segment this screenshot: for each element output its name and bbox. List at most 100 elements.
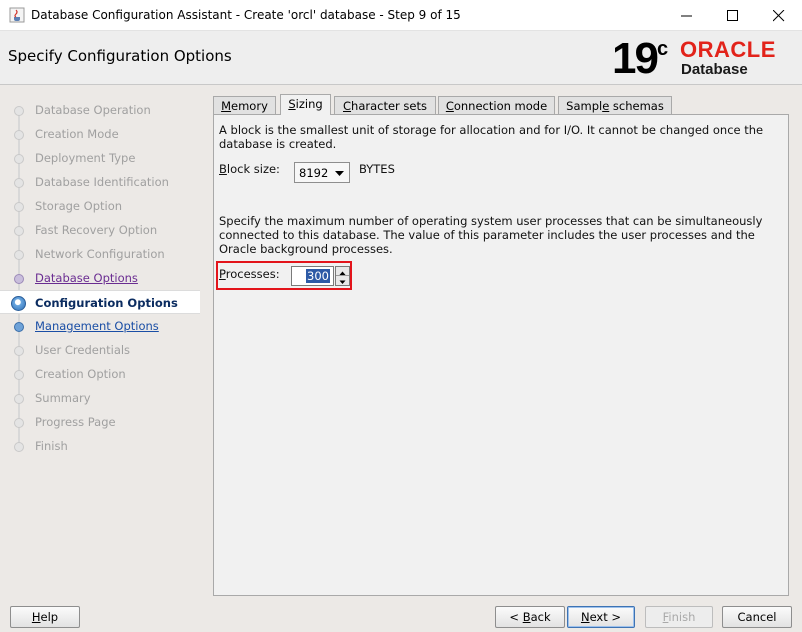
minimize-button[interactable]	[664, 0, 710, 31]
nav-step-label: Creation Mode	[35, 127, 119, 141]
proc-desc-line1: Specify the maximum number of operating …	[219, 214, 763, 228]
block-desc-line2: database is created.	[219, 137, 337, 151]
block-size-label: Block size:	[219, 162, 280, 176]
nav-step-label: Deployment Type	[35, 151, 136, 165]
nav-step-label: Management Options	[35, 319, 159, 333]
nav-step-label: Database Options	[35, 271, 138, 285]
step-indicator-icon	[14, 130, 24, 140]
tab-sizing[interactable]: Sizing	[280, 94, 331, 115]
next-button[interactable]: Next >	[567, 606, 635, 628]
processes-label-text: rocesses:	[225, 267, 280, 281]
nav-step-fast-recovery-option: Fast Recovery Option	[0, 218, 200, 242]
block-desc-line1: A block is the smallest unit of storage …	[219, 123, 764, 137]
processes-value: 300	[306, 269, 330, 283]
minimize-icon	[681, 15, 692, 17]
next-label: ext >	[589, 610, 622, 624]
processes-label: Processes:	[219, 267, 280, 281]
wizard-footer: Help < Back Next > Finish Cancel	[0, 598, 802, 632]
cancel-button[interactable]: Cancel	[722, 606, 792, 628]
page-title: Specify Configuration Options	[8, 47, 232, 65]
block-size-unit: BYTES	[359, 162, 395, 176]
sizing-panel: A block is the smallest unit of storage …	[213, 114, 789, 596]
close-icon	[773, 10, 785, 22]
step-indicator-icon	[14, 250, 24, 260]
tab-connection-mode-mnemonic: C	[445, 99, 454, 113]
spinner-up-button[interactable]	[336, 267, 349, 276]
step-indicator-icon	[14, 178, 24, 188]
nav-step-summary: Summary	[0, 386, 200, 410]
block-size-select[interactable]: 8192	[294, 162, 350, 183]
proc-desc-line2: connected to this database. The value of…	[219, 228, 755, 242]
block-size-description: A block is the smallest unit of storage …	[219, 123, 763, 151]
step-indicator-icon	[14, 154, 24, 164]
back-button[interactable]: < Back	[495, 606, 565, 628]
step-indicator-icon	[14, 202, 24, 212]
window-title-bar: Database Configuration Assistant - Creat…	[0, 0, 802, 31]
step-indicator-icon	[14, 394, 24, 404]
nav-step-progress-page: Progress Page	[0, 410, 200, 434]
back-label: ack	[530, 610, 551, 624]
nav-step-creation-option: Creation Option	[0, 362, 200, 386]
block-size-label-mnemonic: B	[219, 162, 227, 176]
brand-name: ORACLE	[680, 37, 776, 62]
content-area: Memory Sizing Character sets Connection …	[210, 94, 789, 596]
nav-step-label: Finish	[35, 439, 68, 453]
nav-step-storage-option: Storage Option	[0, 194, 200, 218]
finish-button[interactable]: Finish	[645, 606, 713, 628]
step-indicator-icon	[14, 226, 24, 236]
nav-step-label: Creation Option	[35, 367, 126, 381]
step-indicator-icon	[14, 322, 24, 332]
tab-connection-mode-label: onnection mode	[453, 99, 548, 113]
spinner-down-button[interactable]	[336, 276, 349, 285]
nav-step-label: Progress Page	[35, 415, 116, 429]
oracle-logo: 19 c ORACLE Database	[612, 36, 792, 82]
tab-sizing-label: izing	[295, 97, 323, 111]
finish-label: inish	[668, 610, 696, 624]
brand-version: 19	[612, 34, 659, 83]
processes-spinner	[335, 266, 350, 286]
tab-character-sets-mnemonic: C	[343, 99, 352, 113]
nav-step-label: Network Configuration	[35, 247, 165, 261]
nav-step-network-configuration: Network Configuration	[0, 242, 200, 266]
step-indicator-icon	[14, 370, 24, 380]
step-indicator-icon	[14, 346, 24, 356]
help-button[interactable]: Help	[10, 606, 80, 628]
nav-step-configuration-options[interactable]: Configuration Options	[0, 290, 200, 314]
tab-connection-mode[interactable]: Connection mode	[438, 96, 555, 115]
tab-memory-label: emory	[231, 99, 268, 113]
tab-character-sets[interactable]: Character sets	[334, 96, 436, 115]
nav-step-finish: Finish	[0, 434, 200, 458]
brand-version-sup: c	[657, 38, 669, 60]
maximize-icon	[727, 10, 738, 21]
proc-desc-line3: Oracle background processes.	[219, 242, 393, 256]
close-button[interactable]	[756, 0, 802, 31]
wizard-header: Specify Configuration Options 19 c ORACL…	[0, 31, 802, 85]
nav-step-label: Configuration Options	[35, 296, 178, 310]
back-prefix: <	[509, 610, 523, 624]
processes-description: Specify the maximum number of operating …	[219, 214, 762, 256]
tab-sizing-mnemonic: S	[288, 97, 296, 111]
tab-memory[interactable]: Memory	[213, 96, 276, 115]
processes-label-mnemonic: P	[219, 267, 226, 281]
tab-sample-schemas[interactable]: Sample schemas	[558, 96, 672, 115]
help-mnemonic: H	[31, 610, 41, 624]
wizard-steps-nav: Database Operation Creation Mode Deploymen…	[0, 86, 208, 596]
nav-step-database-operation: Database Operation	[0, 98, 200, 122]
nav-step-label: Summary	[35, 391, 91, 405]
nav-step-management-options[interactable]: Management Options	[0, 314, 200, 338]
tab-character-sets-label: haracter sets	[351, 99, 427, 113]
maximize-button[interactable]	[710, 0, 756, 31]
nav-step-label: Storage Option	[35, 199, 123, 213]
nav-step-user-credentials: User Credentials	[0, 338, 200, 362]
window-title: Database Configuration Assistant - Creat…	[31, 8, 461, 22]
step-indicator-icon	[14, 106, 24, 116]
tab-memory-mnemonic: M	[221, 99, 232, 113]
processes-input[interactable]: 300	[291, 266, 334, 286]
next-mnemonic: N	[580, 610, 590, 624]
nav-step-database-options[interactable]: Database Options	[0, 266, 200, 290]
nav-step-label: User Credentials	[35, 343, 131, 357]
help-label: elp	[40, 610, 59, 624]
tab-strip: Memory Sizing Character sets Connection …	[213, 94, 789, 115]
caret-down-icon	[339, 280, 346, 284]
nav-step-creation-mode: Creation Mode	[0, 122, 200, 146]
